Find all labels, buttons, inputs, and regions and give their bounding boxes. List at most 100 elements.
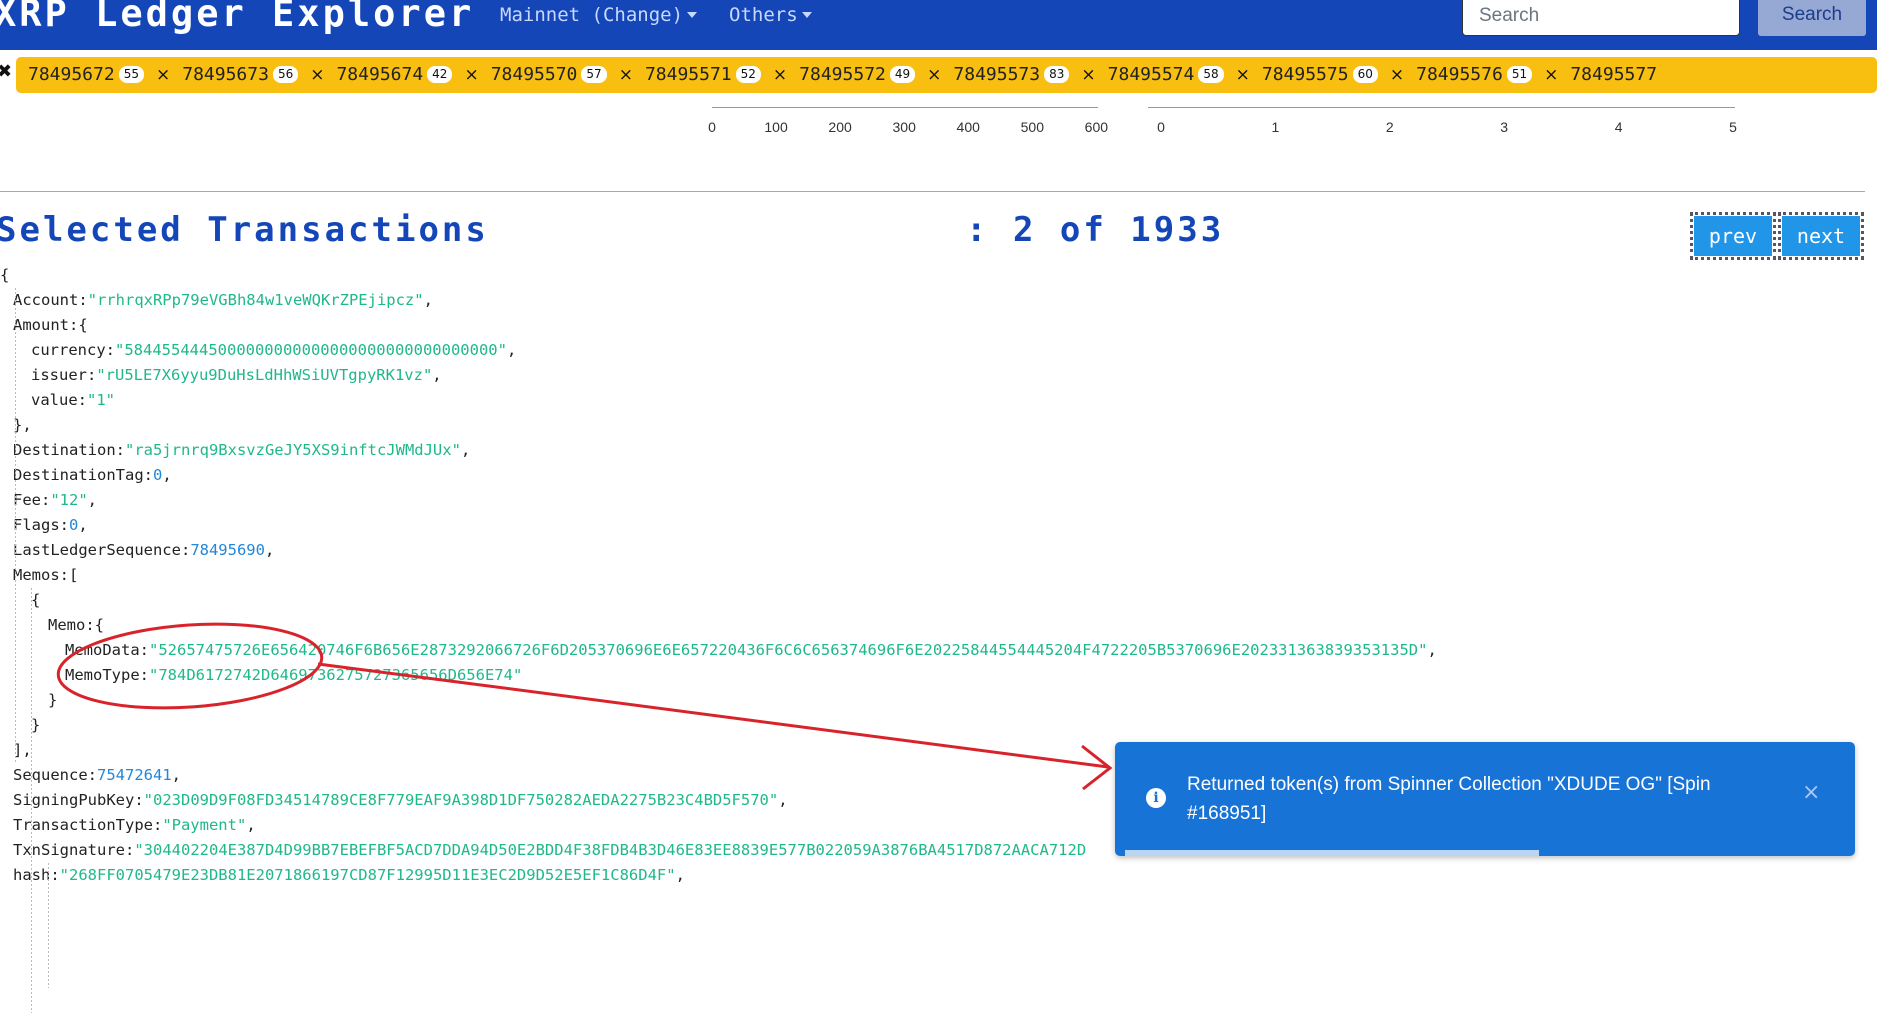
json-line: DestinationTag:0, <box>0 463 1437 488</box>
json-line: LastLedgerSequence:78495690, <box>0 538 1437 563</box>
json-value[interactable]: "1" <box>87 391 115 409</box>
json-value[interactable]: "Payment" <box>162 816 246 834</box>
json-value[interactable]: "ra5jrnrq9BxsvzGeJY5XS9inftcJWMdJUx" <box>125 441 461 459</box>
tx-count-badge: 42 <box>427 66 453 83</box>
json-line: }, <box>0 413 1437 438</box>
next-button[interactable]: next <box>1778 212 1864 260</box>
json-punctuation: , <box>264 541 275 559</box>
json-value[interactable]: 78495690 <box>190 541 265 559</box>
json-key: Memo: <box>48 616 95 634</box>
ledger-number: 78495674 <box>336 64 424 85</box>
search-button[interactable]: Search <box>1758 0 1866 36</box>
json-line: value:"1" <box>0 388 1437 413</box>
ledger-number: 78495570 <box>490 64 578 85</box>
tx-count-badge: 49 <box>889 66 916 83</box>
close-icon[interactable]: × <box>1802 780 1820 805</box>
top-navbar: XRP Ledger Explorer Mainnet (Change) Oth… <box>0 0 1877 50</box>
json-key: value: <box>31 391 87 409</box>
ticker-close-icon[interactable]: × <box>464 65 478 85</box>
json-punctuation: , <box>432 366 442 384</box>
json-value[interactable]: "584455444500000000000000000000000000000… <box>115 341 507 359</box>
scale-axis-line <box>712 107 1098 108</box>
axis-tick-label: 3 <box>1500 119 1509 135</box>
json-value[interactable]: 0 <box>153 466 162 484</box>
pin-icon[interactable]: ✖ <box>0 61 12 82</box>
json-line: Amount:{ <box>0 313 1437 338</box>
json-line: issuer:"rU5LE7X6yyu9DuHsLdHhWSiUVTgpyRK1… <box>0 363 1437 388</box>
axis-tick-label: 400 <box>956 119 980 135</box>
json-value[interactable]: "rU5LE7X6yyu9DuHsLdHhWSiUVTgpyRK1vz" <box>96 366 432 384</box>
search-input[interactable]: Search <box>1462 0 1740 36</box>
ticker-close-icon[interactable]: × <box>156 65 170 85</box>
ticker-close-icon[interactable]: × <box>1236 65 1250 85</box>
ticker-close-icon[interactable]: × <box>619 65 633 85</box>
json-key: Memos: <box>13 566 69 584</box>
json-value[interactable]: "rrhrqxRPp79eVGBh84w1veWQKrZPEjipcz" <box>88 291 424 309</box>
json-line: currency:"584455444500000000000000000000… <box>0 338 1437 363</box>
axis-tick-label: 4 <box>1614 119 1623 135</box>
scale-axis-line <box>1148 107 1735 108</box>
ticker-ledger-item[interactable]: 78495672 55 <box>28 57 144 93</box>
ticker-ledger-item[interactable]: 78495570 57 <box>491 57 607 93</box>
axis-tick-label: 5 <box>1729 119 1737 135</box>
ledger-ticker: 78495672 55 × 78495673 56 × 78495674 42 × 7849557… <box>16 57 1877 93</box>
json-punctuation: , <box>162 466 172 484</box>
json-line: Account:"rrhrqxRPp79eVGBh84w1veWQKrZPEji… <box>0 288 1437 313</box>
json-key: MemoData: <box>65 641 149 659</box>
ticker-close-icon[interactable]: × <box>927 65 941 85</box>
json-line: } <box>0 688 1437 713</box>
ticker-ledger-item[interactable]: 78495572 49 <box>799 57 916 93</box>
network-dropdown[interactable]: Mainnet (Change) <box>500 4 698 26</box>
ticker-ledger-item[interactable]: 78495575 60 <box>1262 57 1378 93</box>
others-dropdown-label: Others <box>729 4 798 26</box>
ticker-ledger-item[interactable]: 78495674 42 <box>336 57 453 93</box>
axis-tick-label: 300 <box>892 119 916 135</box>
ledger-number: 78495577 <box>1570 64 1658 85</box>
json-line: MemoType:"784D6172742D646973627572736565… <box>0 663 1437 688</box>
axis-tick-label: 2 <box>1385 119 1394 135</box>
json-value[interactable]: "52657475726E656420746F6B656E28732920667… <box>149 641 1427 659</box>
tx-count-badge: 60 <box>1352 66 1378 83</box>
json-value[interactable]: "268FF0705479E23DB81E2071866197CD87F1299… <box>60 866 676 884</box>
json-value[interactable]: "784D6172742D6469736275727365656D656E74" <box>149 666 522 684</box>
brand-logo[interactable]: XRP Ledger Explorer <box>0 0 474 35</box>
json-punctuation: , <box>171 766 181 784</box>
json-value[interactable]: 75472641 <box>97 766 172 784</box>
json-key: Amount: <box>13 316 79 334</box>
prev-button[interactable]: prev <box>1690 212 1776 260</box>
notification-toast: i Returned token(s) from Spinner Collect… <box>1115 742 1855 856</box>
ticker-ledger-item[interactable]: 78495571 52 <box>645 57 761 93</box>
toast-progress-bar <box>1125 850 1539 856</box>
divider <box>0 191 1865 192</box>
ledger-number: 78495571 <box>644 64 732 85</box>
ticker-close-icon[interactable]: × <box>1081 65 1095 85</box>
ticker-close-icon[interactable]: × <box>1544 65 1558 85</box>
others-dropdown[interactable]: Others <box>729 4 812 26</box>
json-punctuation: { <box>0 266 10 284</box>
ticker-close-icon[interactable]: × <box>1390 65 1404 85</box>
json-line: { <box>0 588 1437 613</box>
json-key: LastLedgerSequence: <box>13 541 191 559</box>
ticker-close-icon[interactable]: × <box>310 65 324 85</box>
json-value[interactable]: 0 <box>69 516 78 534</box>
json-key: Fee: <box>13 491 51 509</box>
json-punctuation: , <box>675 866 685 884</box>
axis-tick-label: 1 <box>1271 119 1280 135</box>
json-punctuation: { <box>31 591 41 609</box>
json-value[interactable]: "304402204E387D4D99BB7EBEFBF5ACD7DDA94D5… <box>134 841 1086 859</box>
ticker-ledger-item[interactable]: 78495577 <box>1570 57 1657 93</box>
ticker-close-icon[interactable]: × <box>773 65 787 85</box>
json-punctuation: , <box>506 341 517 359</box>
ticker-ledger-item[interactable]: 78495574 58 <box>1108 57 1224 93</box>
json-punctuation: { <box>78 316 88 334</box>
json-value[interactable]: "023D09D9F08FD34514789CE8F779EAF9A398D1D… <box>144 791 779 809</box>
json-punctuation: [ <box>69 566 79 584</box>
json-value[interactable]: "12" <box>50 491 87 509</box>
axis-tick-label: 0 <box>1157 119 1165 135</box>
ticker-ledger-item[interactable]: 78495573 83 <box>953 57 1070 93</box>
json-line: Fee:"12", <box>0 488 1437 513</box>
json-key: SigningPubKey: <box>13 791 144 809</box>
ticker-ledger-item[interactable]: 78495576 51 <box>1416 57 1533 93</box>
json-line: { <box>0 263 1437 288</box>
ticker-ledger-item[interactable]: 78495673 56 <box>182 57 299 93</box>
